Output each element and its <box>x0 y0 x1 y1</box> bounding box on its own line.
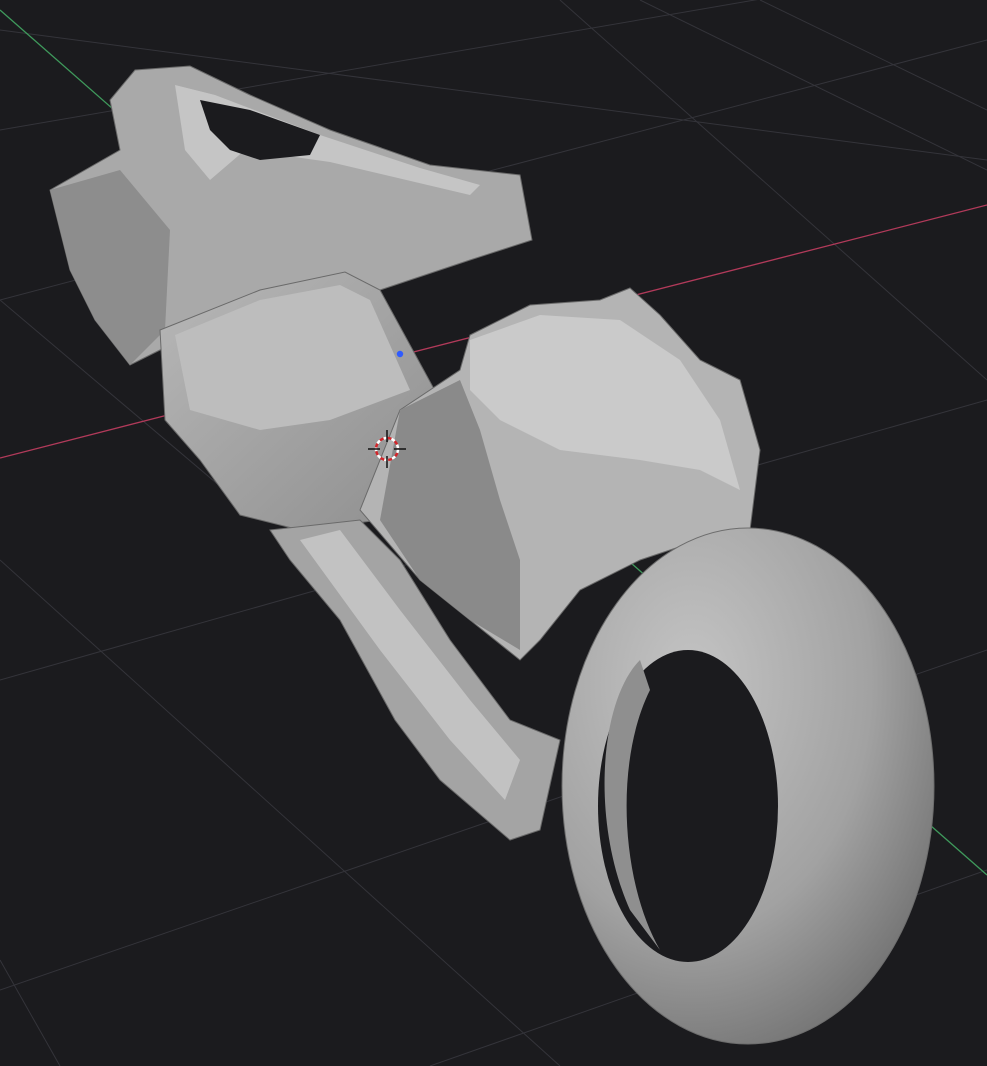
motorcycle-model[interactable] <box>49 65 935 1045</box>
3d-viewport[interactable] <box>0 0 987 1066</box>
object-origin <box>396 350 404 358</box>
front-wheel[interactable] <box>561 527 935 1045</box>
viewport-canvas[interactable] <box>0 0 987 1066</box>
